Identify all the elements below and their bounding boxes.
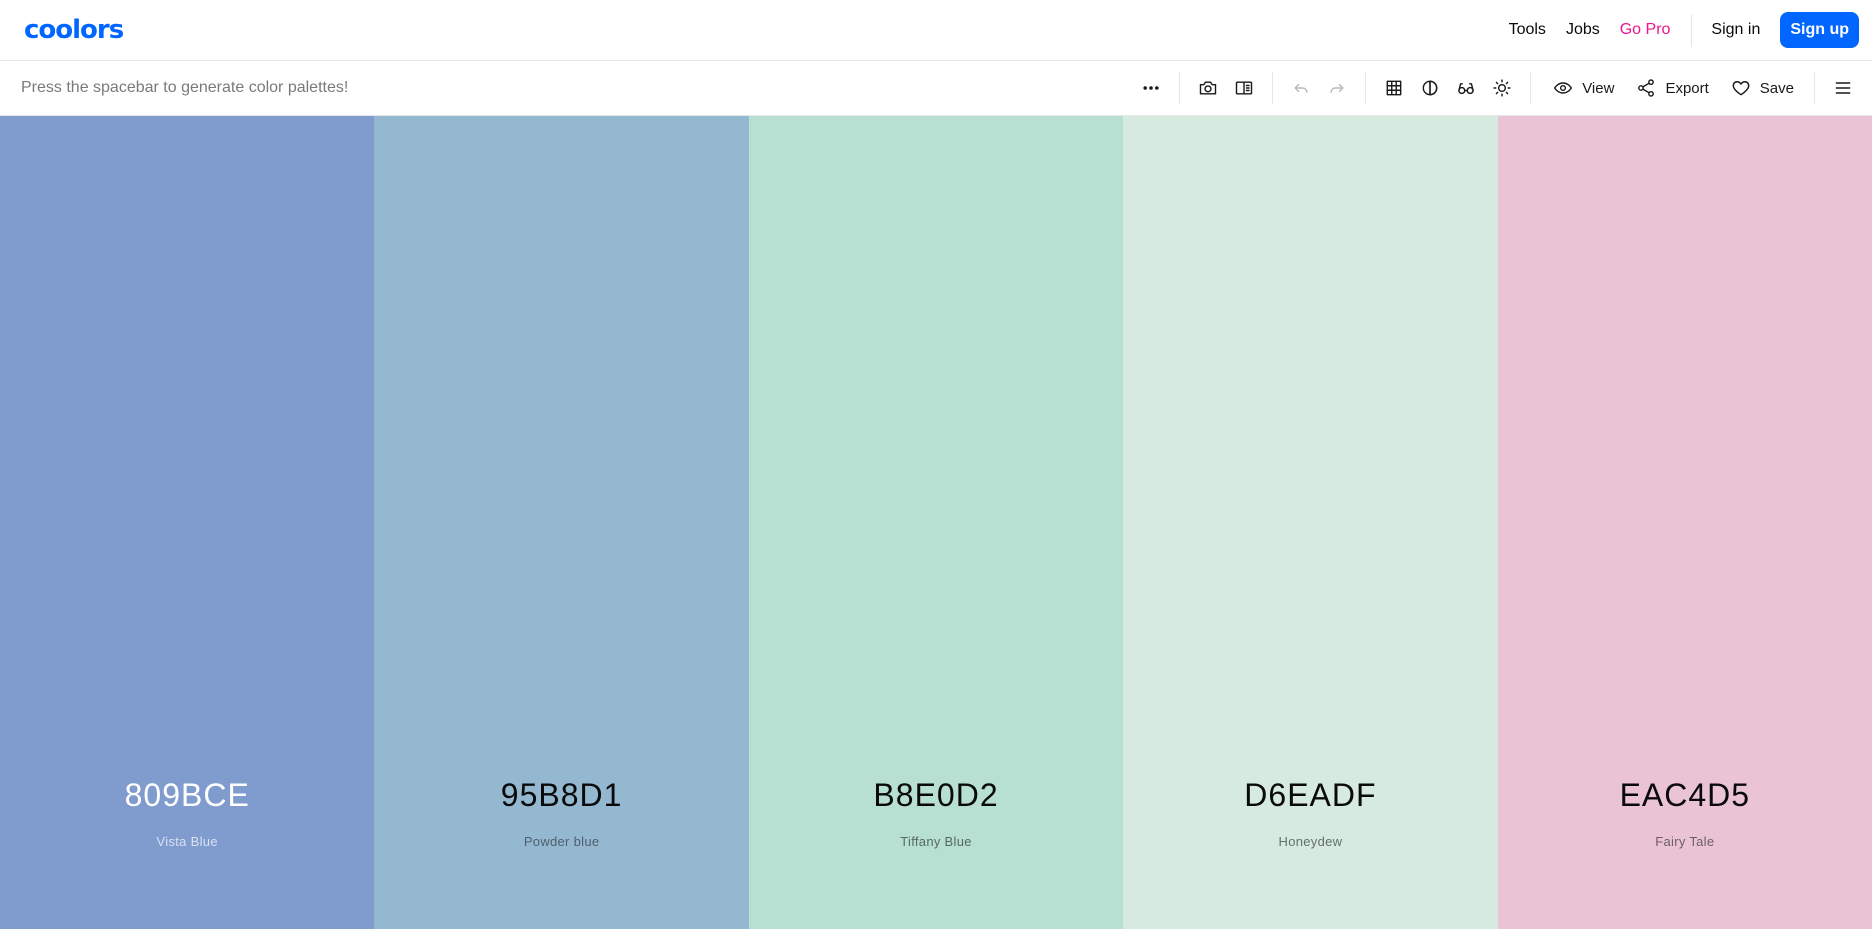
spacebar-hint: Press the spacebar to generate color pal… xyxy=(21,79,349,96)
glasses-icon xyxy=(1458,83,1474,95)
toolbar-actions: View Export Save xyxy=(1133,61,1861,115)
color-swatch-1[interactable]: 809BCE Vista Blue xyxy=(0,116,375,929)
swatch-hex-code[interactable]: D6EADF xyxy=(1123,777,1497,814)
contrast-icon xyxy=(1422,80,1438,96)
toolbar-divider xyxy=(1272,72,1274,104)
swatch-color-name[interactable]: Tiffany Blue xyxy=(749,834,1123,849)
heart-icon xyxy=(1732,81,1750,96)
more-horizontal-icon xyxy=(1143,86,1159,90)
swatch-color-name[interactable]: Fairy Tale xyxy=(1498,834,1872,849)
color-swatch-2[interactable]: 95B8D1 Powder blue xyxy=(374,116,749,929)
swatch-color-name[interactable]: Vista Blue xyxy=(0,834,374,849)
color-palette: 809BCE Vista Blue 95B8D1 Powder blue B8E… xyxy=(0,116,1872,929)
sun-icon xyxy=(1493,79,1511,97)
adjust-palette-button[interactable] xyxy=(1484,70,1520,106)
swatch-hex-code[interactable]: B8E0D2 xyxy=(749,777,1123,814)
more-options-button[interactable] xyxy=(1133,70,1169,106)
swatch-color-name[interactable]: Powder blue xyxy=(374,834,748,849)
color-swatch-5[interactable]: EAC4D5 Fairy Tale xyxy=(1497,116,1872,929)
color-swatch-4[interactable]: D6EADF Honeydew xyxy=(1123,116,1498,929)
toolbar-divider xyxy=(1530,72,1532,104)
toolbar-divider xyxy=(1365,72,1367,104)
view-button[interactable]: View xyxy=(1543,70,1624,106)
contrast-checker-button[interactable] xyxy=(1412,70,1448,106)
view-button-label: View xyxy=(1582,79,1615,97)
nav-divider xyxy=(1691,13,1693,47)
export-button-label: Export xyxy=(1665,79,1709,97)
side-panel-button[interactable] xyxy=(1226,70,1262,106)
redo-button[interactable] xyxy=(1319,70,1355,106)
toolbar-divider xyxy=(1814,72,1815,104)
top-navbar: coolors Tools Jobs Go Pro Sign in Sign u… xyxy=(0,0,1872,61)
undo-icon xyxy=(1294,83,1308,93)
save-button-label: Save xyxy=(1759,79,1794,97)
sign-up-button[interactable]: Sign up xyxy=(1780,12,1859,48)
toolbar-divider xyxy=(1179,72,1181,104)
camera-icon xyxy=(1199,81,1217,95)
swatch-color-name[interactable]: Honeydew xyxy=(1123,834,1497,849)
generator-toolbar: Press the spacebar to generate color pal… xyxy=(0,61,1872,116)
color-blindness-button[interactable] xyxy=(1448,70,1484,106)
main-nav: Tools Jobs Go Pro Sign in Sign up xyxy=(1489,0,1859,60)
image-picker-button[interactable] xyxy=(1190,70,1226,106)
swatch-hex-code[interactable]: EAC4D5 xyxy=(1498,777,1872,814)
export-button[interactable]: Export xyxy=(1626,70,1718,106)
undo-button[interactable] xyxy=(1283,70,1319,106)
nav-jobs-link[interactable]: Jobs xyxy=(1566,21,1600,39)
save-button[interactable]: Save xyxy=(1721,70,1804,106)
grid-icon xyxy=(1386,80,1402,96)
sign-in-link[interactable]: Sign in xyxy=(1711,21,1760,39)
color-swatch-3[interactable]: B8E0D2 Tiffany Blue xyxy=(748,116,1124,929)
redo-icon xyxy=(1330,83,1344,93)
eye-icon xyxy=(1554,82,1573,94)
menu-icon xyxy=(1835,82,1851,94)
main-menu-button[interactable] xyxy=(1825,70,1861,106)
swatch-hex-code[interactable]: 95B8D1 xyxy=(374,777,748,814)
coolors-logo[interactable]: coolors xyxy=(24,15,124,45)
palette-grid-button[interactable] xyxy=(1376,70,1412,106)
panel-icon xyxy=(1235,81,1253,95)
swatch-hex-code[interactable]: 809BCE xyxy=(0,777,374,814)
nav-tools-link[interactable]: Tools xyxy=(1509,21,1546,39)
share-icon xyxy=(1638,79,1655,97)
nav-gopro-link[interactable]: Go Pro xyxy=(1620,21,1671,39)
